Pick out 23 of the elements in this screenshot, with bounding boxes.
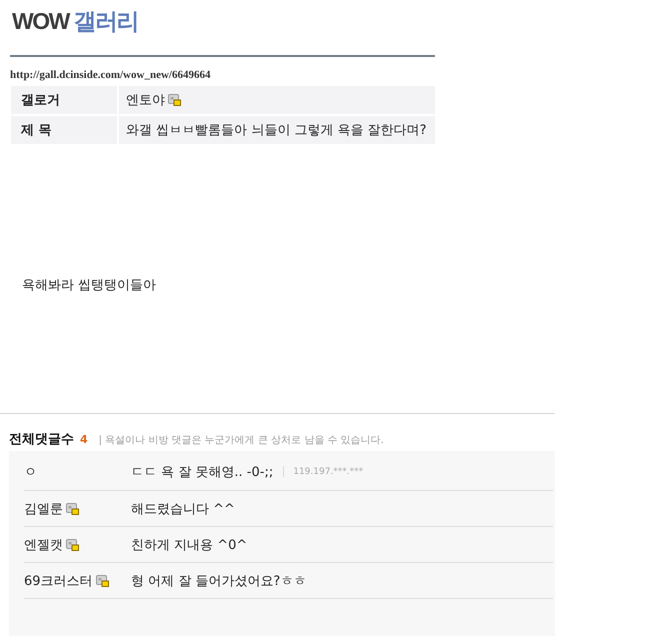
comment-ip: 119.197.***.*** (293, 466, 364, 476)
comment-count: 4 (80, 433, 88, 446)
comment-author[interactable]: 김엘룬 (24, 500, 63, 518)
gallery-title: WOW 갤러리 (12, 7, 138, 36)
comment-text: 형 어제 잘 들어가셨어요?ㅎㅎ (131, 572, 306, 590)
comment-text: ㄷㄷ 욕 잘 못해영.. -0-;; (131, 464, 274, 480)
info-value: 와갤 씹ㅂㅂ빨롬들아 늬들이 그렇게 욕을 잘한다며? (126, 122, 427, 139)
info-value: 엔토야 (126, 92, 165, 109)
info-label: 제 목 (11, 116, 117, 144)
post-body-text: 욕해봐라 씹탱탱이들아 (22, 278, 156, 294)
post-url[interactable]: http://gall.dcinside.com/wow_new/6649664 (10, 69, 210, 82)
card-icon[interactable] (168, 94, 181, 106)
comment-author[interactable]: 엔젤캣 (24, 536, 63, 554)
comments-label: 전체댓글수 (9, 431, 74, 448)
card-icon[interactable] (66, 502, 79, 514)
info-label: 갤로거 (11, 86, 117, 114)
comment-text: 해드렸습니다 ^^ (131, 500, 235, 518)
card-icon[interactable] (66, 538, 79, 550)
comment-notice: | 욕설이나 비방 댓글은 누군가에게 큰 상처로 남을 수 있습니다. (98, 434, 384, 447)
card-icon[interactable] (96, 574, 109, 586)
comment-text: 친하게 지내용 ^0^ (131, 536, 248, 554)
comment-author[interactable]: 69크러스터 (24, 572, 93, 590)
comment-author[interactable]: ㅇ (24, 462, 37, 480)
